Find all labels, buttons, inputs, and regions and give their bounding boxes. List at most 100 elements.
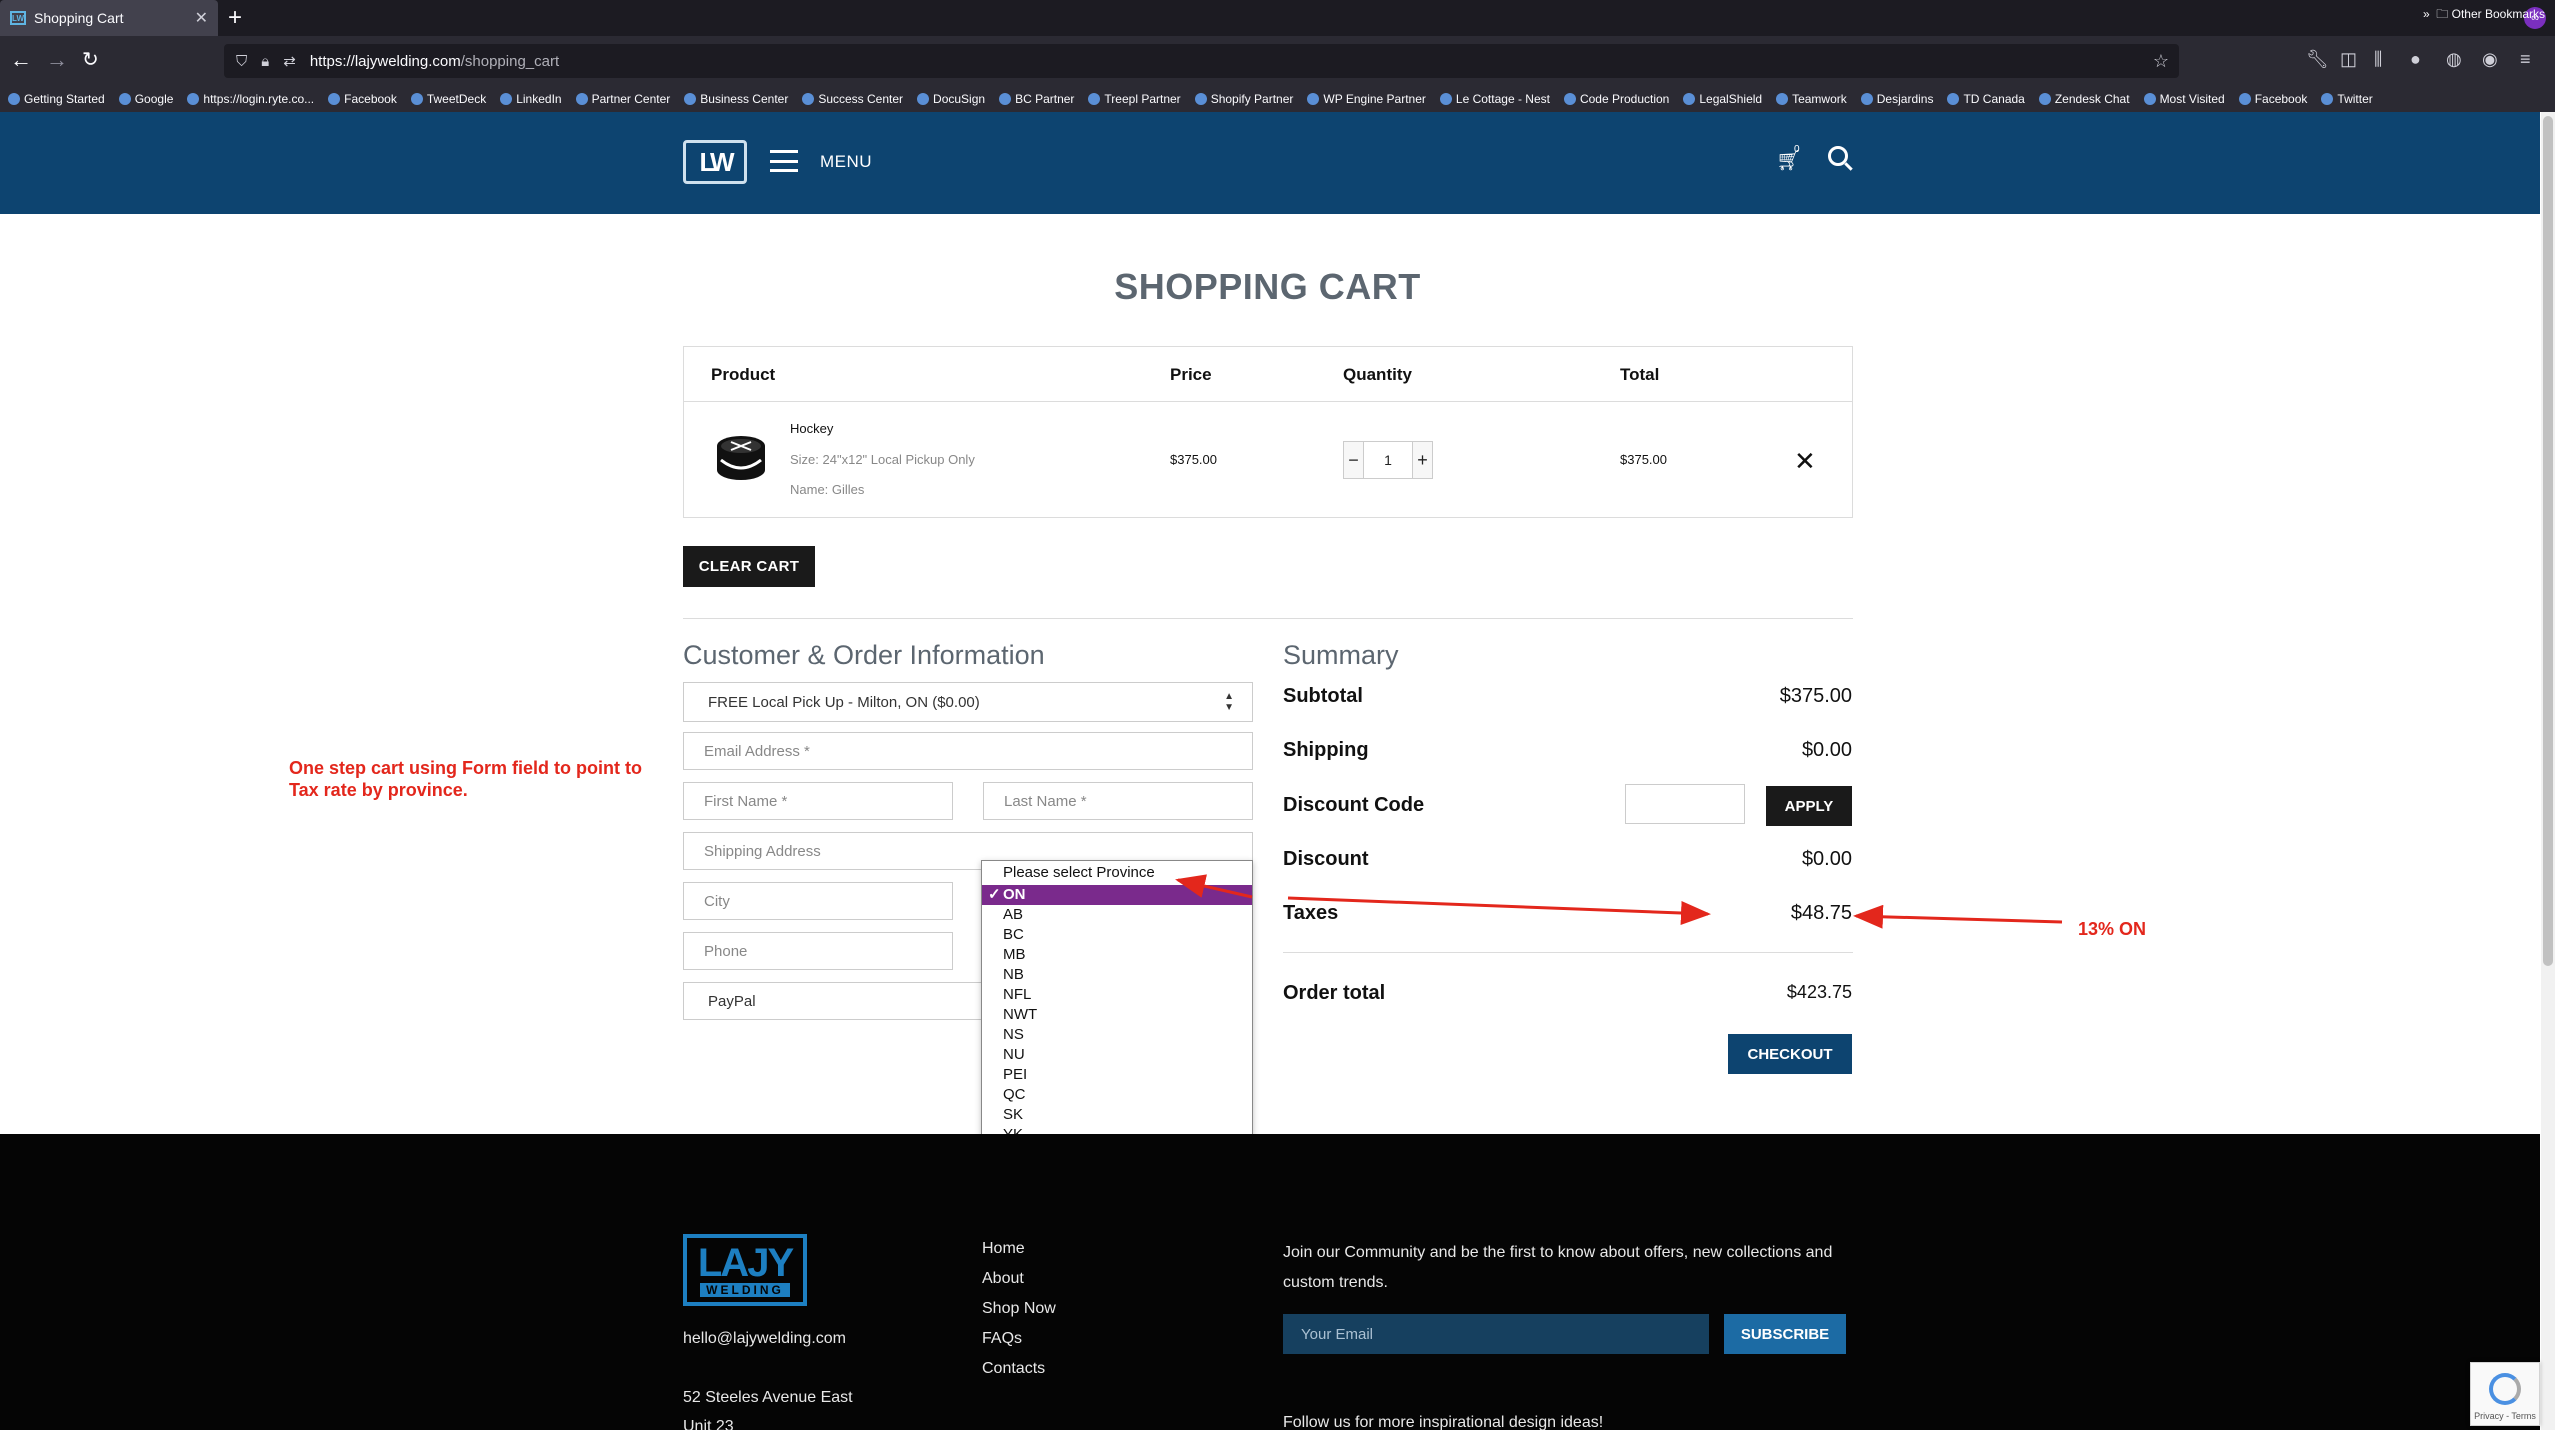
footer-link-shop-now[interactable]: Shop Now (982, 1300, 1056, 1318)
email-field[interactable]: Email Address * (683, 732, 1253, 770)
province-option-on[interactable]: ✓ ON (982, 885, 1252, 905)
product-name[interactable]: Hockey (790, 421, 833, 436)
phone-field[interactable]: Phone (683, 932, 953, 970)
footer-link-contacts[interactable]: Contacts (982, 1360, 1045, 1378)
province-option[interactable]: NU (982, 1045, 1252, 1065)
decrease-quantity-button[interactable]: − (1344, 442, 1364, 478)
province-option[interactable]: PEI (982, 1065, 1252, 1085)
footer-link-faqs[interactable]: FAQs (982, 1330, 1022, 1348)
bookmark-item[interactable]: Teamwork (1776, 92, 1847, 106)
new-tab-button[interactable]: + (228, 4, 242, 32)
bookmark-item[interactable]: Desjardins (1860, 92, 1933, 106)
province-option[interactable]: NS (982, 1025, 1252, 1045)
bookmark-item[interactable]: LegalShield (1683, 92, 1762, 106)
bookmark-item[interactable]: LinkedIn (500, 92, 562, 106)
province-dropdown-list[interactable]: Please select Province ✓ ON AB BC MB NB N… (981, 860, 1253, 1151)
increase-quantity-button[interactable]: + (1412, 442, 1432, 478)
extension-2-icon[interactable]: ◍ (2446, 49, 2462, 70)
bookmark-item[interactable]: Twitter (2321, 92, 2373, 106)
bookmark-item[interactable]: DocuSign (917, 92, 985, 106)
footer-logo[interactable]: LAJY WELDING (683, 1234, 807, 1306)
discount-code-input[interactable] (1625, 784, 1745, 824)
bookmark-item[interactable]: Facebook (2238, 92, 2307, 106)
province-option[interactable]: QC (982, 1085, 1252, 1105)
bookmark-item[interactable]: Getting Started (8, 92, 105, 106)
bookmark-item[interactable]: TweetDeck (410, 92, 486, 106)
bookmark-star-icon[interactable]: ☆ (2153, 51, 2169, 72)
order-total-label: Order total (1283, 982, 1386, 1004)
cart-count-badge: 0 (1794, 144, 1800, 155)
bookmark-favicon-icon (917, 93, 930, 105)
bookmark-item[interactable]: Le Cottage - Nest (1439, 92, 1550, 106)
newsletter-email-input[interactable]: Your Email (1283, 1314, 1709, 1354)
bookmark-item[interactable]: TD Canada (1947, 92, 2025, 106)
province-placeholder-option[interactable]: Please select Province (982, 861, 1252, 885)
library-icon[interactable]: ⫼ (2374, 49, 2382, 70)
bookmark-favicon-icon (1563, 93, 1576, 105)
bookmark-item[interactable]: BC Partner (999, 92, 1074, 106)
bookmark-item[interactable]: Partner Center (575, 92, 670, 106)
url-bar[interactable]: ⛉ 🔒︎ ⇄ https://lajywelding.com/shopping_… (224, 44, 2179, 78)
bookmark-item[interactable]: Google (118, 92, 173, 106)
bookmark-favicon-icon (8, 93, 20, 105)
province-option[interactable]: NFL (982, 985, 1252, 1005)
close-tab-icon[interactable]: ✕ (195, 8, 208, 28)
annotation-line: Tax rate by province. (289, 780, 468, 800)
footer-link-about[interactable]: About (982, 1270, 1024, 1288)
province-option[interactable]: MB (982, 945, 1252, 965)
profile-icon[interactable]: ● (2410, 49, 2421, 70)
bookmark-item[interactable]: Success Center (802, 92, 903, 106)
footer-email[interactable]: hello@lajywelding.com (683, 1330, 846, 1348)
reload-icon[interactable]: ↻ (82, 47, 99, 72)
forward-icon[interactable]: → (46, 47, 68, 73)
bookmark-item[interactable]: https://login.ryte.co... (187, 92, 314, 106)
other-bookmarks[interactable]: » 🗀︎ Other Bookmarks (2423, 5, 2545, 26)
site-header (0, 112, 2540, 214)
bookmark-item[interactable]: Treepl Partner (1088, 92, 1181, 106)
clear-cart-button[interactable]: CLEAR CART (683, 546, 815, 587)
item-total: $375.00 (1620, 452, 1667, 467)
column-header-product: Product (711, 365, 776, 384)
back-icon[interactable]: ← (10, 47, 32, 73)
site-logo[interactable]: LW (683, 140, 747, 184)
province-option[interactable]: BC (982, 925, 1252, 945)
product-thumbnail[interactable] (713, 432, 769, 484)
last-name-field[interactable]: Last Name * (983, 782, 1253, 820)
first-name-field[interactable]: First Name * (683, 782, 953, 820)
quantity-value[interactable]: 1 (1364, 442, 1412, 478)
remove-item-icon[interactable]: ✕ (1794, 446, 1816, 477)
menu-label[interactable]: MENU (820, 152, 872, 172)
shipping-label: Shipping (1283, 739, 1369, 761)
subscribe-button[interactable]: SUBSCRIBE (1724, 1314, 1846, 1354)
bookmark-item[interactable]: WP Engine Partner (1307, 92, 1426, 106)
bookmark-item[interactable]: Facebook (328, 92, 397, 106)
bookmark-favicon-icon (118, 93, 131, 105)
hamburger-icon[interactable] (770, 150, 798, 172)
quantity-stepper[interactable]: − 1 + (1343, 441, 1433, 479)
bookmark-item[interactable]: Shopify Partner (1194, 92, 1293, 106)
bookmark-item[interactable]: Code Production (1563, 92, 1669, 106)
extension-3-icon[interactable]: ◉ (2482, 49, 2498, 70)
menu-icon[interactable]: ≡ (2520, 49, 2531, 70)
city-field[interactable]: City (683, 882, 953, 920)
province-option[interactable]: NWT (982, 1005, 1252, 1025)
bookmark-item[interactable]: Zendesk Chat (2038, 92, 2130, 106)
search-icon[interactable] (1828, 146, 1848, 166)
browser-tab[interactable]: LW Shopping Cart ✕ (0, 0, 218, 36)
shipping-method-select[interactable]: FREE Local Pick Up - Milton, ON ($0.00) … (683, 682, 1253, 722)
checkmark-icon: ✓ (988, 886, 1001, 903)
recaptcha-badge[interactable]: Privacy - Terms (2470, 1362, 2540, 1426)
province-option[interactable]: AB (982, 905, 1252, 925)
apply-discount-button[interactable]: APPLY (1766, 786, 1852, 826)
province-option[interactable]: NB (982, 965, 1252, 985)
wrench-icon[interactable]: 🔧︎ (2306, 49, 2329, 70)
footer-link-home[interactable]: Home (982, 1240, 1025, 1258)
bookmark-favicon-icon (1683, 93, 1696, 105)
pocket-icon[interactable]: ◫ (2340, 49, 2357, 70)
province-option[interactable]: SK (982, 1105, 1252, 1125)
bookmark-item[interactable]: Business Center (684, 92, 788, 106)
checkout-button[interactable]: CHECKOUT (1728, 1034, 1852, 1074)
scrollbar-thumb[interactable] (2543, 116, 2553, 966)
recaptcha-links[interactable]: Privacy - Terms (2474, 1411, 2536, 1421)
bookmark-item[interactable]: Most Visited (2143, 92, 2225, 106)
